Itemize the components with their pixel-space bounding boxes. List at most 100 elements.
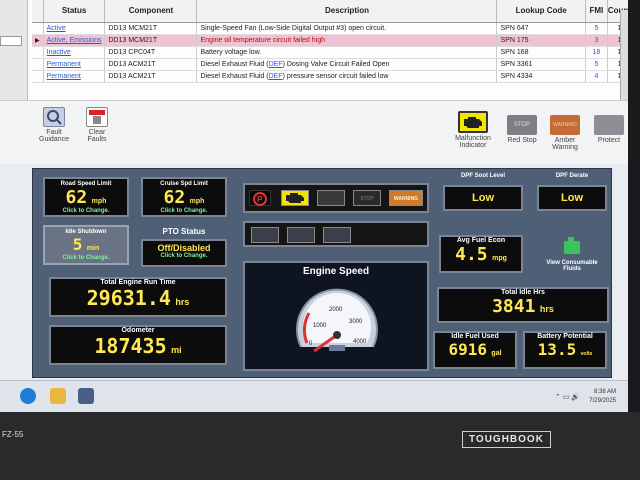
header-status[interactable]: Status [43, 0, 106, 23]
dpf-derate-label: DPF Derate [555, 173, 589, 179]
start-button-icon[interactable] [20, 388, 36, 404]
table-row[interactable]: Permanent DD13 ACM21T Diesel Exhaust Flu… [32, 70, 628, 83]
tachometer-gauge: 1000 2000 3000 4000 0 [296, 288, 378, 353]
fault-fmi: 18 [585, 46, 608, 59]
left-panel [0, 0, 28, 112]
model-label: FZ-55 [2, 430, 24, 439]
fault-status-link[interactable]: Permanent [43, 70, 106, 83]
system-tray[interactable]: ⌃ ▭ 🔊 [555, 393, 580, 401]
dpf-soot-label: DPF Soot Level [460, 173, 505, 179]
fault-table: Status Component Description Lookup Code… [32, 0, 628, 83]
road-speed-value: 62 [65, 187, 88, 208]
fault-lookup: SPN 647 [496, 22, 586, 35]
protect-lamp-icon [317, 190, 345, 206]
malfunction-indicator: Malfunction Indicator [448, 111, 498, 149]
odometer-unit: mi [171, 345, 182, 355]
fault-toolbar: Fault Guidance Clear Faults Malfunction … [0, 100, 628, 164]
desc-suffix: ) Dosing Valve Circuit Failed Open [282, 60, 390, 68]
view-consumable-fluids-button[interactable]: View Consumable Fluids [537, 235, 607, 275]
table-row[interactable]: Inactive DD13 CPC04T Battery voltage low… [32, 46, 628, 59]
road-speed-unit: mph [91, 198, 107, 205]
battery-unit: volts [580, 351, 593, 357]
cruise-speed-limit-tile[interactable]: Cruise Spd Limit 62 mph Click to Change. [141, 177, 227, 217]
clear-faults-icon [86, 107, 108, 127]
fault-component: DD13 ACM21T [104, 58, 198, 71]
table-row[interactable]: Active DD13 MCM21T Single-Speed Fan (Low… [32, 22, 628, 35]
table-row-selected[interactable]: ▶ Active, Emissions DD13 MCM21T Engine o… [32, 34, 628, 47]
fault-status-link[interactable]: Active [43, 22, 106, 35]
idle-hrs-label: Total Idle Hrs [501, 289, 545, 296]
protect-indicator: Protect [592, 115, 626, 144]
fault-fmi: 5 [585, 58, 608, 71]
row-selected-arrow-icon: ▶ [32, 34, 44, 47]
fault-table-area: Status Component Description Lookup Code… [0, 0, 628, 112]
fault-guidance-button[interactable]: Fault Guidance [36, 107, 72, 143]
row-arrow [32, 22, 44, 35]
avg-fuel-unit: mpg [492, 255, 507, 262]
clear-faults-button[interactable]: Clear Faults [80, 107, 114, 143]
amber-warning-indicator: WARNING Amber Warning [546, 115, 584, 151]
red-stop-indicator: STOP Red Stop [504, 115, 540, 144]
fault-table-header: Status Component Description Lookup Code… [32, 0, 628, 23]
engine-speed-tile: Engine Speed 1000 2000 3000 4000 0 [243, 261, 429, 371]
desc-prefix: Diesel Exhaust Fluid ( [200, 72, 269, 80]
engine-speed-label: Engine Speed [302, 266, 370, 277]
engine-run-time-label: Total Engine Run Time [100, 279, 176, 286]
def-link[interactable]: DEF [269, 73, 283, 80]
battery-value: 13.5 [537, 340, 577, 359]
header-component[interactable]: Component [104, 0, 198, 23]
idle-hrs-value: 3841 [492, 296, 536, 317]
header-lookup[interactable]: Lookup Code [496, 0, 586, 23]
header-fmi[interactable]: FMI [585, 0, 608, 23]
engine-run-time-value: 29631.4 [86, 286, 171, 310]
gauge-tick-label: 1000 [313, 323, 327, 329]
clear-faults-label: Clear Faults [87, 129, 107, 143]
protect-icon [594, 115, 624, 135]
parking-brake-icon: P [249, 190, 271, 206]
road-speed-limit-tile[interactable]: Road Speed Limit 62 mph Click to Change. [43, 177, 129, 217]
pto-change-link[interactable]: Click to Change. [143, 253, 225, 259]
idle-fuel-value: 6916 [448, 340, 487, 359]
gauge-tick-label: 4000 [353, 339, 367, 345]
side-input[interactable] [0, 36, 22, 46]
row-arrow [32, 46, 44, 59]
idle-shutdown-change-link[interactable]: Click to Change. [45, 255, 127, 261]
battery-potential-tile: Battery Potential 13.5 volts [523, 331, 607, 369]
clock-date: 7/29/2025 [589, 398, 616, 404]
fault-lookup: SPN 175 [496, 34, 586, 47]
idle-shutdown-unit: min [86, 245, 100, 252]
malfunction-indicator-label: Malfunction Indicator [455, 135, 491, 149]
fault-component: DD13 MCM21T [104, 34, 198, 47]
pto-status-tile[interactable]: Off/Disabled Click to Change. [141, 239, 227, 267]
fluid-jug-icon [564, 237, 580, 254]
fault-description: Single-Speed Fan (Low-Side Digital Outpu… [196, 22, 498, 35]
header-description[interactable]: Description [196, 0, 498, 23]
fault-fmi: 3 [585, 34, 608, 47]
table-scrollbar[interactable] [620, 10, 628, 110]
file-explorer-icon[interactable] [50, 388, 66, 404]
fault-description: Diesel Exhaust Fluid (DEF) pressure sens… [196, 70, 498, 83]
pto-status-value: Off/Disabled [157, 243, 211, 253]
fault-description: Diesel Exhaust Fluid (DEF) Dosing Valve … [196, 58, 498, 71]
taskbar-clock[interactable]: 8:38 AM 7/29/2025 [589, 388, 616, 406]
fault-status-link[interactable]: Inactive [43, 46, 106, 59]
table-row[interactable]: Permanent DD13 ACM21T Diesel Exhaust Flu… [32, 58, 628, 71]
cruise-speed-change-link[interactable]: Click to Change. [143, 208, 225, 214]
road-speed-change-link[interactable]: Click to Change. [45, 208, 127, 214]
red-stop-label: Red Stop [507, 137, 537, 144]
odometer-label: Odometer [121, 327, 155, 334]
def-link[interactable]: DEF [269, 61, 283, 68]
row-arrow [32, 58, 44, 71]
idle-shutdown-tile[interactable]: Idle Shutdown 5 min Click to Change. [43, 225, 129, 265]
screen: Status Component Description Lookup Code… [0, 0, 628, 412]
diagnostic-app-icon[interactable] [78, 388, 94, 404]
fault-status-link[interactable]: Permanent [43, 58, 106, 71]
avg-fuel-value: 4.5 [455, 244, 488, 265]
fault-lookup: SPN 3361 [496, 58, 586, 71]
dpf-soot-value: Low [472, 192, 494, 204]
desc-prefix: Diesel Exhaust Fluid ( [200, 60, 269, 68]
idle-fuel-unit: gal [491, 350, 502, 357]
fault-status-link[interactable]: Active, Emissions [43, 34, 106, 47]
regen-lamp-icon [287, 227, 315, 243]
gauge-tick-label: 3000 [349, 319, 363, 325]
